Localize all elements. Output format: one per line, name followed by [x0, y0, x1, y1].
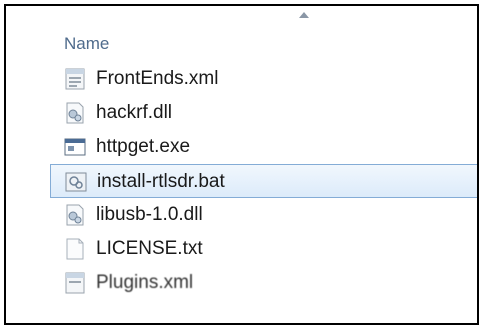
name-column-header[interactable]: Name: [64, 34, 109, 54]
xml-file-icon: [65, 272, 85, 294]
file-explorer-list: Name FrontEnds.xml hackrf.dll httpget.ex…: [4, 4, 479, 325]
exe-file-icon: [64, 138, 86, 156]
file-row-libusb-dll[interactable]: libusb-1.0.dll: [50, 198, 477, 232]
file-name: Plugins.xml: [96, 272, 194, 293]
file-row-httpget-exe[interactable]: httpget.exe: [50, 130, 477, 164]
file-name: install-rtlsdr.bat: [97, 171, 225, 192]
file-row-frontends-xml[interactable]: FrontEnds.xml: [50, 62, 477, 96]
file-name: LICENSE.txt: [96, 238, 203, 259]
txt-file-icon: [66, 238, 84, 260]
file-name: httpget.exe: [96, 136, 191, 157]
file-row-hackrf-dll[interactable]: hackrf.dll: [50, 96, 477, 130]
file-name: FrontEnds.xml: [96, 68, 219, 89]
dll-file-icon: [66, 102, 84, 124]
sort-ascending-icon: [299, 12, 309, 18]
file-row-install-rtlsdr-bat[interactable]: install-rtlsdr.bat: [50, 164, 477, 198]
dll-file-icon: [66, 204, 84, 226]
xml-file-icon: [65, 68, 85, 90]
bat-file-icon: [65, 172, 87, 192]
file-name: libusb-1.0.dll: [96, 204, 203, 225]
file-name: hackrf.dll: [96, 102, 173, 123]
column-header[interactable]: Name: [6, 6, 477, 62]
file-row-plugins-xml[interactable]: Plugins.xml: [50, 266, 477, 300]
file-row-license-txt[interactable]: LICENSE.txt: [50, 232, 477, 266]
